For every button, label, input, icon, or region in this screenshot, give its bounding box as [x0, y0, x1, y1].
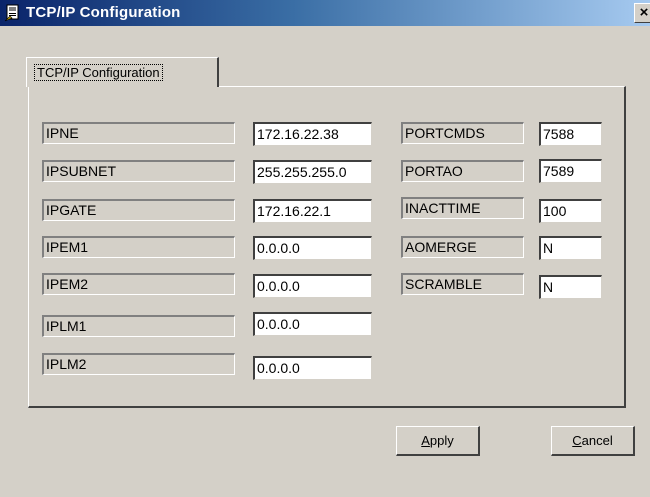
aomerge-label: AOMERGE [401, 236, 524, 258]
ipem1-label: IPEM1 [42, 236, 235, 258]
ipem1-field[interactable]: 0.0.0.0 [253, 236, 372, 260]
tab-tcpip-configuration[interactable]: TCP/IP Configuration [26, 57, 219, 87]
window-title: TCP/IP Configuration [26, 4, 181, 21]
close-button[interactable]: × [634, 3, 650, 23]
scramble-field[interactable]: N [539, 275, 602, 299]
close-icon: × [639, 4, 649, 21]
portao-label: PORTAO [401, 160, 524, 182]
ipgate-field[interactable]: 172.16.22.1 [253, 199, 372, 223]
cancel-accelerator: C [572, 433, 582, 448]
inacttime-label: INACTTIME [401, 197, 524, 219]
aomerge-field[interactable]: N [539, 236, 602, 260]
portcmds-label: PORTCMDS [401, 122, 524, 144]
ipsubnet-field[interactable]: 255.255.255.0 [253, 160, 372, 184]
apply-label: pply [429, 433, 454, 448]
cancel-label: ancel [581, 433, 613, 448]
iplm1-field[interactable]: 0.0.0.0 [253, 312, 372, 336]
iplm2-label: IPLM2 [42, 353, 235, 375]
cancel-button[interactable]: Cancel [551, 426, 635, 456]
ipne-label: IPNE [42, 122, 235, 144]
portcmds-field[interactable]: 7588 [539, 122, 602, 146]
ipem2-field[interactable]: 0.0.0.0 [253, 274, 372, 298]
ipem2-label: IPEM2 [42, 273, 235, 295]
portao-field[interactable]: 7589 [539, 159, 602, 183]
inacttime-field[interactable]: 100 [539, 199, 602, 223]
apply-button[interactable]: Apply [396, 426, 480, 456]
apply-accelerator: A [421, 433, 430, 448]
title-bar[interactable]: TCP/IP Configuration × [0, 0, 650, 26]
tab-label: TCP/IP Configuration [34, 64, 163, 81]
ipgate-label: IPGATE [42, 199, 235, 221]
scramble-label: SCRAMBLE [401, 273, 524, 295]
ipsubnet-label: IPSUBNET [42, 160, 235, 182]
ipne-field[interactable]: 172.16.22.38 [253, 122, 372, 146]
iplm2-field[interactable]: 0.0.0.0 [253, 356, 372, 380]
iplm1-label: IPLM1 [42, 315, 235, 337]
app-icon [4, 4, 20, 22]
